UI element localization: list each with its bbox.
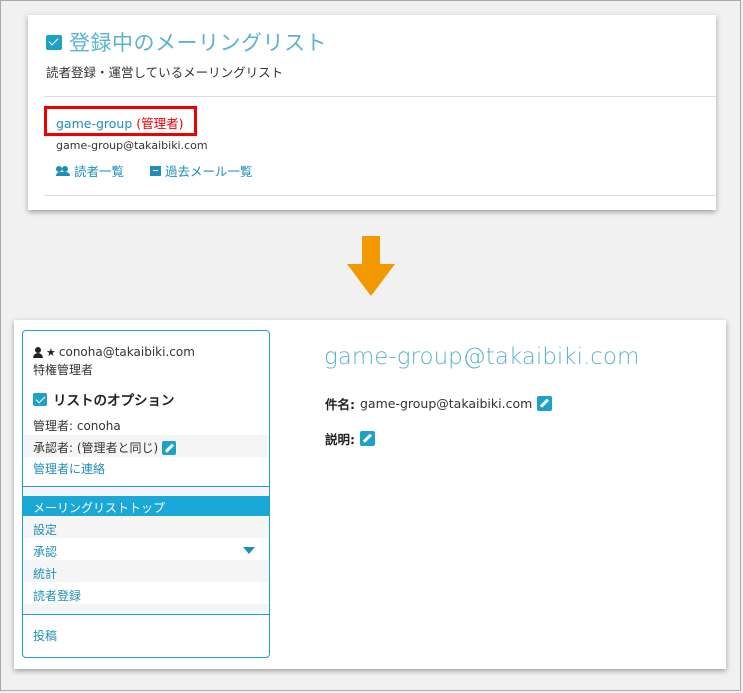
nav-item-top[interactable]: メーリングリストトップ	[33, 499, 165, 516]
users-icon	[56, 165, 70, 176]
group-actions: 読者一覧 過去メール一覧	[56, 161, 253, 180]
mail-icon	[46, 34, 62, 50]
subject-label: 件名:	[325, 397, 355, 412]
options-title-text: リストのオプション	[53, 393, 175, 409]
subscribed-lists-card: 登録中のメーリングリスト 読者登録・運営しているメーリングリスト game-gr…	[28, 15, 716, 210]
contact-admin-link[interactable]: 管理者に連絡	[33, 460, 105, 477]
sidebar: ★ conoha@takaibiki.com 特権管理者 リストのオプション 管…	[22, 330, 270, 658]
nav-item-approval[interactable]: 承認	[33, 543, 57, 560]
group-role: (管理者)	[136, 116, 184, 131]
star-icon: ★	[46, 345, 56, 359]
archive-label[interactable]: 過去メール一覧	[165, 161, 253, 180]
user-icon	[33, 346, 43, 358]
nav-row-bg	[24, 538, 268, 560]
description-label: 説明:	[325, 432, 355, 447]
edit-subject-icon[interactable]	[537, 396, 553, 411]
divider	[23, 614, 269, 615]
subject-field: 件名: game-group@takaibiki.com	[325, 394, 553, 413]
edit-approver-icon[interactable]	[162, 440, 177, 455]
mail-icon	[33, 392, 47, 406]
description-field: 説明:	[325, 429, 375, 448]
group-link[interactable]: game-group (管理者)	[56, 113, 184, 132]
edit-description-icon[interactable]	[360, 431, 375, 446]
card-subtitle: 読者登録・運営しているメーリングリスト	[46, 65, 284, 80]
nav-item-stats[interactable]: 統計	[33, 565, 57, 582]
subject-value: game-group@takaibiki.com	[360, 396, 533, 411]
archive-icon	[150, 165, 162, 176]
user-email: conoha@takaibiki.com	[58, 345, 195, 359]
archive-link[interactable]: 過去メール一覧	[150, 161, 253, 180]
card-title: 登録中のメーリングリスト	[46, 27, 327, 57]
user-role: 特権管理者	[33, 363, 94, 377]
readers-list-label[interactable]: 読者一覧	[74, 161, 124, 180]
post-link[interactable]: 投稿	[33, 627, 57, 644]
list-admin-panel: ★ conoha@takaibiki.com 特権管理者 リストのオプション 管…	[14, 320, 726, 669]
admin-info: 管理者: conoha	[33, 419, 121, 433]
group-name[interactable]: game-group	[56, 116, 132, 131]
approver-text: 承認者: (管理者と同じ)	[33, 441, 159, 455]
list-title: game-group@takaibiki.com	[324, 344, 640, 370]
nav-item-settings[interactable]: 設定	[33, 521, 57, 538]
down-arrow-icon	[347, 236, 395, 296]
divider	[44, 195, 716, 196]
group-email: game-group@takaibiki.com	[56, 139, 208, 152]
nav-item-subscribe[interactable]: 読者登録	[33, 587, 81, 604]
options-title: リストのオプション	[33, 389, 175, 409]
approver-info: 承認者: (管理者と同じ)	[33, 439, 177, 456]
readers-list-link[interactable]: 読者一覧	[56, 161, 124, 180]
user-info: ★ conoha@takaibiki.com	[33, 345, 195, 359]
card-title-text: 登録中のメーリングリスト	[69, 31, 327, 55]
divider	[44, 96, 716, 97]
chevron-down-icon[interactable]	[243, 547, 255, 554]
